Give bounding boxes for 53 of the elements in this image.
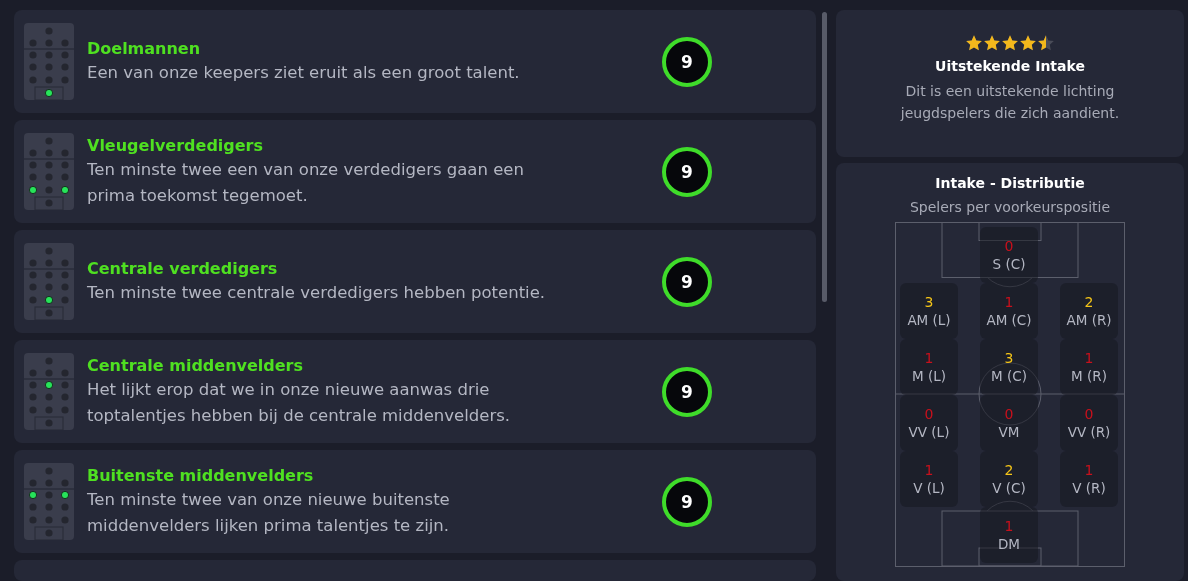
summary-text: Dit is een uitstekende lichting jeugdspelers die zich aandient.	[899, 82, 1121, 123]
position-count: 1	[1084, 461, 1094, 479]
report-text: Een van onze keepers ziet eruit als een groot talent.	[87, 61, 521, 84]
star-icon	[965, 34, 983, 52]
report-text: Ten minste twee een van onze verdedigers gaan een prima toekomst tegemoet.	[87, 158, 525, 207]
score-badge: 9	[662, 36, 712, 87]
position-count: 1	[924, 461, 934, 479]
position-label: S (C)	[992, 255, 1026, 273]
report-title: Doelmannen	[87, 37, 202, 60]
summary-title: Uitstekende Intake	[935, 58, 1085, 74]
position-count: 0	[1084, 405, 1094, 423]
position-count: 0	[924, 405, 934, 423]
distribution-title: Intake - Distributie	[935, 175, 1085, 191]
position-count: 0	[1004, 237, 1014, 255]
position-label: M (L)	[912, 367, 946, 385]
position-label: V (L)	[913, 479, 945, 497]
position-count: 0	[1004, 405, 1014, 423]
position-count: 1	[1084, 349, 1094, 367]
report-text: Ten minste twee centrale verdedigers hebben potentie.	[87, 281, 547, 304]
report-title: Centrale middenvelders	[87, 354, 304, 377]
position-label: DM	[997, 535, 1020, 553]
star-icon	[1037, 34, 1055, 52]
report-title: Buitenste middenvelders	[87, 464, 315, 487]
position-count: 3	[924, 293, 934, 311]
scrollbar-thumb[interactable]	[822, 12, 827, 302]
position-label: AM (C)	[986, 311, 1032, 329]
position-label: AM (R)	[1066, 311, 1112, 329]
report-text: Het lijkt erop dat we in onze nieuwe aanwas drie toptalentjes hebben bij de centrale middenvelders.	[87, 378, 511, 427]
star-icon	[983, 34, 1001, 52]
distribution-subtitle: Spelers per voorkeurspositie	[909, 199, 1110, 215]
position-count: 2	[1084, 293, 1094, 311]
position-label: M (C)	[991, 367, 1027, 385]
report-title: Vleugelverdedigers	[87, 134, 265, 157]
position-count: 1	[1004, 293, 1014, 311]
score-badge: 9	[662, 256, 712, 307]
position-label: V (R)	[1072, 479, 1106, 497]
report-text: Ten minste twee van onze nieuwe buitenste middenvelders lijken prima talentjes te zijn.	[87, 488, 451, 537]
score-badge: 9	[662, 476, 712, 527]
star-icon	[1001, 34, 1019, 52]
position-label: M (R)	[1071, 367, 1107, 385]
position-count: 3	[1004, 349, 1014, 367]
report-title: Centrale verdedigers	[87, 257, 279, 280]
position-count: 2	[1004, 461, 1014, 479]
position-label: VV (R)	[1067, 423, 1111, 441]
position-label: VV (L)	[908, 423, 950, 441]
star-icon	[1019, 34, 1037, 52]
position-label: V (C)	[992, 479, 1026, 497]
score-badge: 9	[662, 366, 712, 417]
position-label: AM (L)	[907, 311, 951, 329]
position-count: 1	[924, 349, 934, 367]
position-label: VM	[998, 423, 1020, 441]
score-badge: 9	[662, 146, 712, 197]
position-count: 1	[1004, 517, 1014, 535]
